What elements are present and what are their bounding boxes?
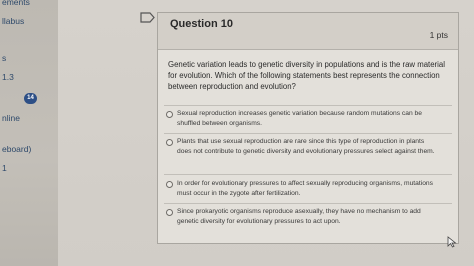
answer-label: Since prokaryotic organisms reproduce as… [177, 208, 421, 225]
answer-label: In order for evolutionary pressures to a… [177, 180, 433, 197]
sidebar-item-announcements[interactable]: ements [2, 0, 30, 7]
sidebar-item-syllabus[interactable]: llabus [2, 16, 24, 26]
answer-option[interactable]: Since prokaryotic organisms reproduce as… [164, 207, 452, 229]
question-card: Question 10 1 pts Genetic variation lead… [157, 12, 459, 244]
answer-option[interactable]: Sexual reproduction increases genetic va… [164, 109, 452, 131]
sidebar-item-online[interactable]: nline [2, 113, 20, 123]
divider [164, 174, 452, 175]
sidebar-item-extra[interactable]: 1 [2, 163, 7, 173]
flag-question-icon[interactable] [140, 12, 155, 23]
divider [164, 203, 452, 204]
main-content: Question 10 1 pts Genetic variation lead… [58, 0, 474, 266]
question-text: Genetic variation leads to genetic diver… [168, 60, 445, 91]
mouse-cursor-icon [447, 236, 457, 248]
radio-button[interactable] [166, 139, 173, 146]
answer-option[interactable]: In order for evolutionary pressures to a… [164, 179, 452, 201]
sidebar-item-blackboard[interactable]: eboard) [2, 144, 31, 154]
question-title: Question 10 [170, 18, 233, 30]
question-points: 1 pts [429, 30, 448, 40]
notification-badge: 14 [24, 93, 37, 104]
answer-label: Sexual reproduction increases genetic va… [177, 110, 422, 127]
sidebar-item-modules[interactable]: s [2, 53, 6, 63]
question-header: Question 10 1 pts [158, 13, 458, 50]
radio-button[interactable] [166, 111, 173, 118]
sidebar-item-section[interactable]: 1.3 [2, 72, 14, 82]
answer-label: Plants that use sexual reproduction are … [177, 138, 435, 155]
course-nav-sidebar: ements llabus s 1.3 14 nline eboard) 1 [0, 0, 58, 266]
radio-button[interactable] [166, 209, 173, 216]
divider [164, 105, 452, 106]
answer-option[interactable]: Plants that use sexual reproduction are … [164, 137, 452, 169]
divider [164, 133, 452, 134]
radio-button[interactable] [166, 181, 173, 188]
